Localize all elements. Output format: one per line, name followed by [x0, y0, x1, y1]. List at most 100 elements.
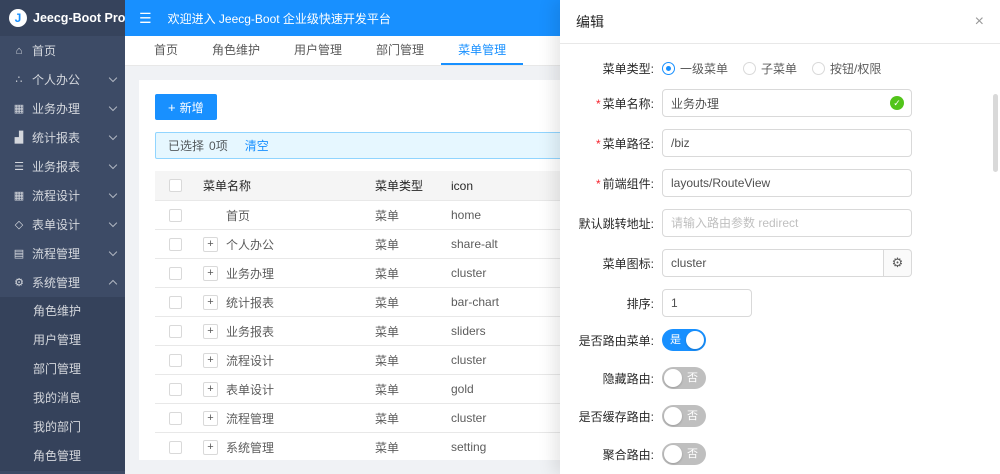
clear-selection-link[interactable]: 清空 — [245, 137, 269, 154]
sidebar-item-process-design[interactable]: ▦ 流程设计 — [0, 181, 125, 210]
share-alt-icon: ∴ — [15, 74, 23, 86]
row-checkbox[interactable] — [168, 324, 182, 338]
row-checkbox[interactable] — [168, 440, 182, 454]
sidebar-subitem-dept-manage[interactable]: 部门管理 — [0, 355, 125, 384]
expand-row-button[interactable]: + — [203, 381, 218, 397]
sidebar-item-form-design[interactable]: ◇ 表单设计 — [0, 210, 125, 239]
chevron-down-icon — [108, 218, 118, 228]
field-control: 否 — [662, 443, 982, 465]
tab-user-manage[interactable]: 用户管理 — [277, 36, 359, 65]
sidebar-item-home[interactable]: ⌂ 首页 — [0, 36, 125, 65]
selection-prefix: 已选择 — [168, 139, 205, 153]
expand-row-button[interactable]: + — [203, 236, 218, 252]
expand-row-button[interactable]: + — [203, 439, 218, 455]
menu-type-cell: 菜单 — [375, 324, 400, 339]
field-redirect: 默认跳转地址: — [570, 209, 982, 237]
tab-home[interactable]: 首页 — [137, 36, 195, 65]
sidebar-item-stats-report[interactable]: ▟ 统计报表 — [0, 123, 125, 152]
menu-name-text: 业务报表 — [226, 324, 275, 339]
menu-icon-input[interactable] — [662, 249, 884, 277]
row-checkbox[interactable] — [168, 382, 182, 396]
row-select-cell — [155, 266, 195, 280]
menu-name-cell: + 表单设计 — [195, 381, 367, 398]
menu-name-input[interactable] — [662, 89, 912, 117]
sidebar-subitem-my-message[interactable]: 我的消息 — [0, 384, 125, 413]
radio-icon — [743, 62, 757, 75]
edit-drawer: 编辑 × 菜单类型: 一级菜单子菜单按钮/权限 *菜单名称: ✓ *菜单路径: — [560, 0, 1000, 474]
app-root: J Jeecg-Boot Pro ⌂ 首页 ∴ 个人办公 ▦ 业务办理 ▟ 统计报表 ☰ 业务报表… — [0, 0, 1000, 474]
app-title: Jeecg-Boot Pro — [33, 11, 125, 25]
row-checkbox[interactable] — [168, 266, 182, 280]
row-checkbox[interactable] — [168, 208, 182, 222]
expand-row-button[interactable]: + — [203, 352, 218, 368]
menu-name-text: 首页 — [226, 208, 251, 223]
setting-icon: ⚙ — [891, 255, 904, 270]
drawer-header: 编辑 × — [560, 0, 1000, 44]
menu-name-text: 流程管理 — [226, 411, 275, 426]
sidebar-item-business-report[interactable]: ☰ 业务报表 — [0, 152, 125, 181]
field-label: 是否路由菜单: — [578, 333, 654, 348]
row-checkbox[interactable] — [168, 237, 182, 251]
select-all-checkbox[interactable] — [168, 179, 182, 192]
sidebar-item-label: 业务办理 — [32, 102, 81, 116]
menu-name-text: 统计报表 — [226, 295, 275, 310]
sidebar-item-personal-office[interactable]: ∴ 个人办公 — [0, 65, 125, 94]
add-button-label: 新增 — [179, 100, 204, 115]
field-control: 是 — [662, 329, 982, 351]
field-label: 排序: — [626, 296, 654, 311]
close-icon[interactable]: × — [975, 13, 984, 30]
redirect-input[interactable] — [662, 209, 912, 237]
sidebar-subitem-my-department[interactable]: 我的部门 — [0, 413, 125, 442]
field-control: 否 — [662, 405, 982, 427]
icon-cell: home — [451, 208, 482, 222]
app-logo[interactable]: J Jeecg-Boot Pro — [0, 0, 125, 36]
tab-menu-manage[interactable]: 菜单管理 — [441, 36, 524, 65]
radio-option-2[interactable]: 按钮/权限 — [812, 60, 881, 77]
sidebar-subitem-role-maintain[interactable]: 角色维护 — [0, 297, 125, 326]
add-button[interactable]: + 新增 — [155, 94, 217, 120]
switch-hide-route[interactable]: 否 — [662, 367, 706, 389]
radio-option-0[interactable]: 一级菜单 — [662, 60, 728, 77]
front-component-input[interactable] — [662, 169, 912, 197]
expand-row-button[interactable]: + — [203, 410, 218, 426]
sidebar-subitem-user-manage[interactable]: 用户管理 — [0, 326, 125, 355]
switch-cache-route[interactable]: 否 — [662, 405, 706, 427]
expand-row-button[interactable]: + — [203, 294, 218, 310]
sidebar-item-label: 表单设计 — [32, 218, 81, 232]
menu-type-cell: 菜单 — [375, 353, 400, 368]
sidebar-item-system-manage[interactable]: ⚙ 系统管理 — [0, 268, 125, 297]
sidebar-item-label: 首页 — [32, 44, 57, 58]
switch-aggregate-route[interactable]: 否 — [662, 443, 706, 465]
row-checkbox[interactable] — [168, 295, 182, 309]
menu-type-cell: 菜单 — [375, 440, 400, 455]
row-checkbox[interactable] — [168, 353, 182, 367]
switch-state-text: 否 — [687, 410, 698, 422]
expand-row-button[interactable]: + — [203, 323, 218, 339]
menu-type-cell: 菜单 — [375, 237, 400, 252]
menu-name-text: 个人办公 — [226, 237, 275, 252]
expand-row-button[interactable]: + — [203, 265, 218, 281]
tab-role-maintain[interactable]: 角色维护 — [195, 36, 277, 65]
switch-is-route-menu[interactable]: 是 — [662, 329, 706, 351]
row-checkbox[interactable] — [168, 411, 182, 425]
menu-name-cell: + 系统管理 — [195, 439, 367, 456]
switch-knob — [686, 331, 704, 349]
menu-type-cell: 菜单 — [375, 382, 400, 397]
radio-option-1[interactable]: 子菜单 — [743, 60, 797, 77]
logo-icon: J — [9, 9, 27, 27]
sidebar-item-business-handle[interactable]: ▦ 业务办理 — [0, 94, 125, 123]
field-label: * 菜单名称: — [570, 95, 662, 112]
row-select-cell — [155, 295, 195, 309]
icon-picker-button[interactable]: ⚙ — [884, 249, 912, 277]
tab-dept-manage[interactable]: 部门管理 — [359, 36, 441, 65]
sidebar-subitem-role-manage[interactable]: 角色管理 — [0, 442, 125, 471]
sort-input[interactable] — [662, 289, 752, 317]
radio-checked-icon — [662, 62, 675, 75]
row-select-cell — [155, 440, 195, 454]
sidebar-item-process-manage[interactable]: ▤ 流程管理 — [0, 239, 125, 268]
menu-fold-icon[interactable]: ☰ — [139, 11, 152, 25]
menu-name-cell: 首页 — [195, 207, 367, 224]
column-header-1: 菜单类型 — [375, 179, 424, 193]
menu-path-input[interactable] — [662, 129, 912, 157]
drawer-scrollbar[interactable] — [993, 94, 998, 172]
